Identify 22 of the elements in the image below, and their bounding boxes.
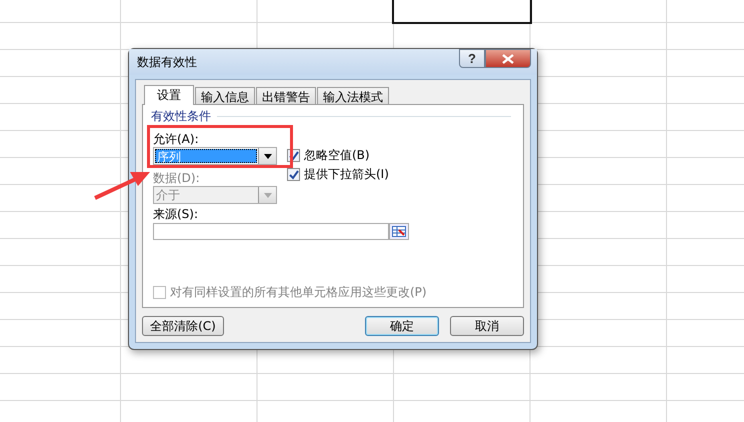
option-checkbox[interactable]: 提供下拉箭头(I) bbox=[287, 166, 389, 183]
close-icon bbox=[502, 54, 514, 64]
range-picker-icon bbox=[392, 226, 406, 237]
range-picker-button[interactable] bbox=[389, 223, 409, 240]
close-button[interactable] bbox=[485, 49, 531, 68]
tab[interactable]: 输入信息 bbox=[195, 87, 255, 104]
window-title: 数据有效性 bbox=[137, 54, 197, 70]
tab[interactable]: 设置 bbox=[144, 85, 194, 105]
group-title: 有效性条件 bbox=[151, 108, 211, 125]
tab[interactable]: 出错警告 bbox=[256, 87, 316, 104]
tab[interactable]: 输入法模式 bbox=[317, 87, 389, 104]
caret-icon bbox=[264, 154, 272, 158]
option-checkbox[interactable]: 忽略空值(B) bbox=[287, 147, 389, 164]
clear-all-button[interactable]: 全部清除(C) bbox=[142, 316, 224, 336]
allow-label: 允许(A): bbox=[153, 132, 199, 147]
caret-icon bbox=[264, 192, 272, 198]
ok-button[interactable]: 确定 bbox=[365, 316, 439, 336]
source-field[interactable] bbox=[153, 223, 389, 240]
data-label: 数据(D): bbox=[153, 171, 200, 186]
help-button[interactable]: ? bbox=[459, 49, 485, 68]
source-label: 来源(S): bbox=[153, 207, 198, 222]
cancel-button[interactable]: 取消 bbox=[450, 316, 524, 336]
